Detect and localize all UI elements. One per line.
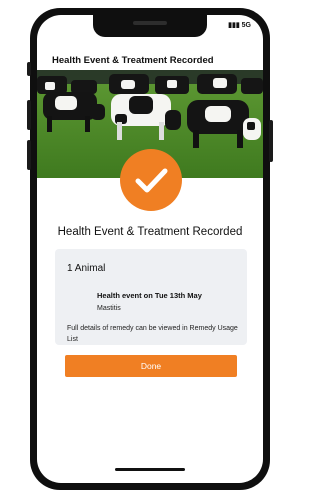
summary-card: 1 Animal Health event on Tue 13th May Ma…	[55, 249, 247, 345]
confirmation-title: Health Event & Treatment Recorded	[57, 226, 243, 238]
power-button	[269, 120, 273, 162]
event-condition: Mastitis	[97, 305, 121, 312]
success-badge	[120, 149, 182, 211]
animal-count: 1 Animal	[67, 263, 106, 274]
event-title: Health event on Tue 13th May	[97, 291, 202, 300]
page-title: Health Event & Treatment Recorded	[52, 55, 214, 66]
mute-switch	[27, 62, 31, 76]
app-screen: ▮▮▮ 5G Health Event & Treatment Recorded	[37, 15, 263, 483]
speaker-grille	[133, 21, 167, 25]
status-bar-indicators: ▮▮▮ 5G	[228, 21, 251, 29]
network-label: 5G	[241, 22, 251, 29]
done-button[interactable]: Done	[65, 355, 237, 377]
volume-up-button	[27, 100, 31, 130]
signal-icon: ▮▮▮	[228, 22, 240, 29]
checkmark-icon	[135, 168, 168, 193]
remedy-note: Full details of remedy can be viewed in …	[67, 325, 238, 343]
volume-down-button	[27, 140, 31, 170]
home-indicator[interactable]	[115, 468, 185, 471]
notch	[93, 15, 207, 37]
